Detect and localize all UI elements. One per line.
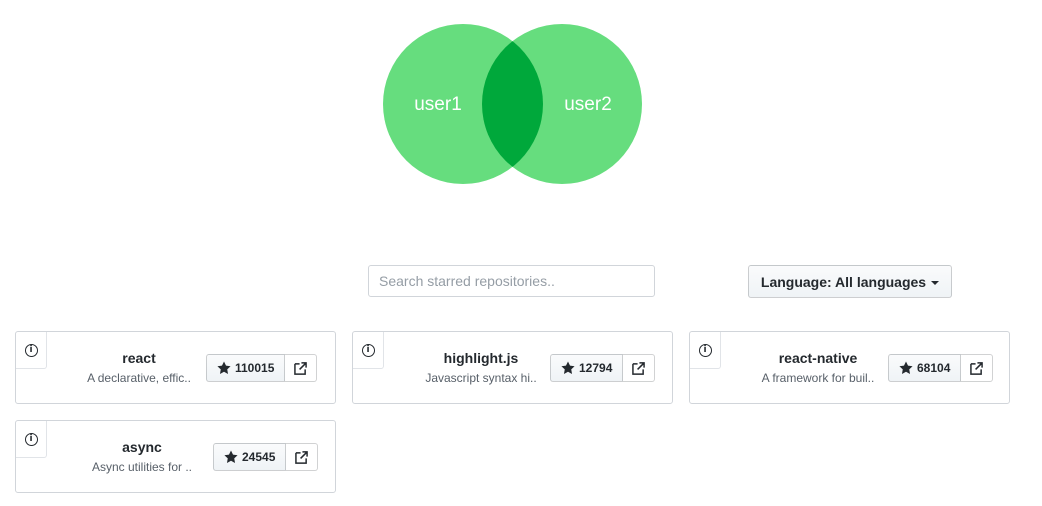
repo-card-highlight-js: i highlight.js Javascript syntax hi.. 12… — [352, 331, 673, 404]
caret-down-icon — [931, 280, 940, 285]
repo-description: A declarative, effic.. — [87, 371, 191, 385]
info-icon: i — [24, 343, 38, 357]
info-icon: i — [24, 432, 38, 446]
info-button[interactable]: i — [353, 332, 384, 369]
star-count-button[interactable]: 110015 — [206, 354, 286, 382]
star-icon — [224, 450, 238, 463]
star-count-button[interactable]: 12794 — [550, 354, 624, 382]
repo-name[interactable]: highlight.js — [416, 350, 546, 366]
search-input[interactable] — [368, 265, 655, 297]
repo-card-react-native: i react-native A framework for buil.. 68… — [689, 331, 1010, 404]
language-filter-button[interactable]: Language: All languages — [748, 265, 952, 298]
external-link-icon — [295, 450, 309, 464]
star-count: 12794 — [579, 361, 613, 375]
star-count: 110015 — [235, 361, 275, 375]
open-external-button[interactable] — [285, 354, 318, 382]
info-button[interactable]: i — [690, 332, 721, 369]
open-external-button[interactable] — [961, 354, 994, 382]
star-count-button[interactable]: 24545 — [213, 443, 287, 471]
repo-description: Javascript syntax hi.. — [425, 371, 537, 385]
star-icon — [899, 361, 913, 374]
star-icon — [217, 361, 231, 374]
external-link-icon — [294, 361, 308, 375]
external-link-icon — [632, 361, 646, 375]
venn-label-user1: user1 — [414, 94, 462, 115]
info-icon: i — [361, 343, 375, 357]
venn-diagram: user1 user2 — [383, 24, 642, 184]
star-icon — [561, 361, 575, 374]
repo-name[interactable]: async — [82, 439, 202, 455]
info-button[interactable]: i — [16, 332, 47, 369]
repo-name[interactable]: react-native — [753, 350, 883, 366]
info-icon: i — [698, 343, 712, 357]
star-count: 68104 — [917, 361, 951, 375]
venn-label-user2: user2 — [564, 94, 612, 115]
repo-description: Async utilities for .. — [91, 460, 193, 474]
open-external-button[interactable] — [623, 354, 656, 382]
star-count-button[interactable]: 68104 — [888, 354, 962, 382]
language-filter-label: Language: All languages — [760, 273, 927, 290]
repo-name[interactable]: react — [79, 350, 199, 366]
external-link-icon — [970, 361, 984, 375]
repo-card-async: i async Async utilities for .. 24545 — [15, 420, 336, 493]
open-external-button[interactable] — [286, 443, 319, 471]
repo-card-react: i react A declarative, effic.. 110015 — [15, 331, 336, 404]
info-button[interactable]: i — [16, 421, 47, 458]
star-count: 24545 — [242, 450, 276, 464]
repo-description: A framework for buil.. — [761, 371, 875, 385]
